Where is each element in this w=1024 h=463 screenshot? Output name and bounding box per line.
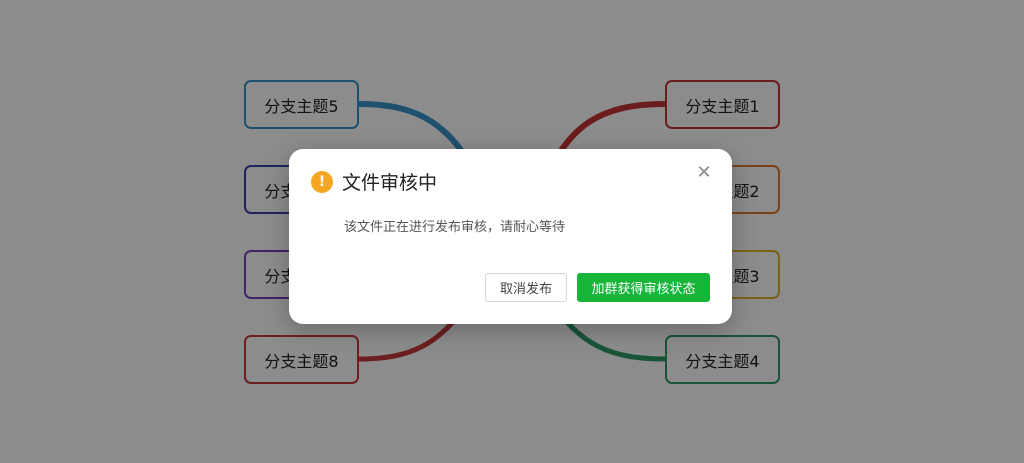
dialog-message: 该文件正在进行发布审核，请耐心等待 (344, 220, 566, 235)
dialog-title: 文件审核中 (342, 172, 438, 194)
join-group-status-button[interactable]: 加群获得审核状态 (577, 273, 710, 302)
cancel-publish-button[interactable]: 取消发布 (485, 273, 567, 302)
close-icon[interactable]: ✕ (694, 163, 714, 183)
review-status-dialog: ! 文件审核中 ✕ 该文件正在进行发布审核，请耐心等待 取消发布 加群获得审核状… (289, 149, 732, 324)
warning-icon: ! (311, 171, 333, 193)
